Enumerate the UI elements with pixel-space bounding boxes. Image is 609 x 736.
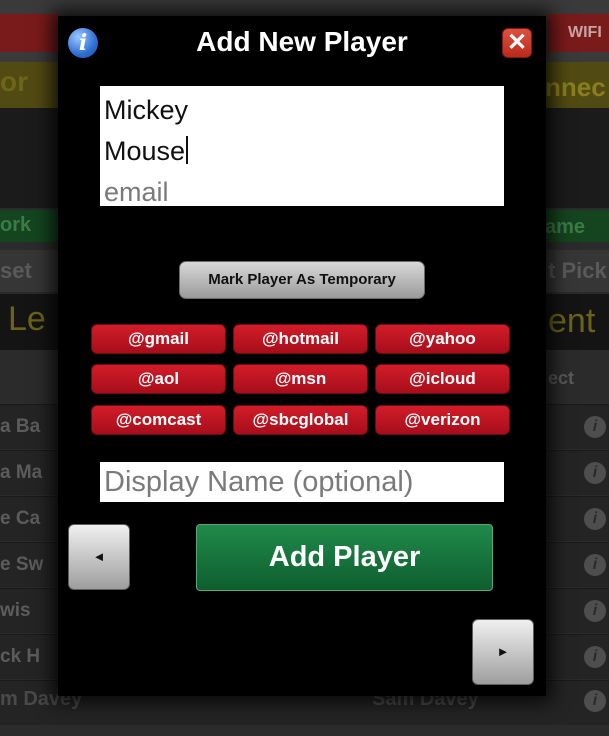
domain-comcast-button[interactable]: @comcast (91, 405, 226, 435)
last-name-text: Mouse (104, 136, 186, 166)
bg-heading-left-text: Le (8, 300, 46, 338)
bg-green-right-text: ame (545, 216, 586, 238)
email-placeholder: email (104, 177, 169, 207)
bg-player-name: e Ca (0, 508, 41, 529)
bg-green-left-text: ork (0, 214, 32, 236)
left-arrow-icon: ◄ (92, 549, 106, 564)
modal-title: Add New Player (196, 26, 408, 57)
prev-button[interactable]: ◄ (68, 524, 130, 590)
bg-yellow-left-text: or (0, 66, 28, 97)
domain-hotmail-button[interactable]: @hotmail (233, 324, 368, 354)
bg-player-name: e Sw (0, 554, 44, 575)
bg-player-name: ck H (0, 646, 41, 667)
first-name-line[interactable]: Mickey (104, 90, 500, 131)
add-player-button[interactable]: Add Player (196, 524, 493, 591)
next-button[interactable]: ► (472, 619, 534, 685)
bg-grey-left-text: set (0, 258, 32, 283)
close-icon[interactable]: ✕ (502, 28, 532, 58)
bg-info-icon: i (584, 646, 606, 668)
player-name-field[interactable]: Mickey Mouse email (100, 86, 504, 207)
bg-wifi-status: WIFI (548, 14, 609, 52)
bg-yellow-right-text: nnec (545, 72, 606, 102)
domain-yahoo-button[interactable]: @yahoo (375, 324, 510, 354)
domain-aol-button[interactable]: @aol (91, 364, 226, 394)
last-name-line[interactable]: Mouse (104, 131, 500, 172)
display-name-input[interactable] (100, 462, 504, 502)
domain-icloud-button[interactable]: @icloud (375, 364, 510, 394)
bg-info-icon: i (584, 600, 606, 622)
bg-grey-right-text: t Pick (548, 258, 607, 283)
bg-select-label: ect (548, 368, 575, 388)
bg-chat-button (0, 14, 62, 52)
bg-info-icon: i (584, 416, 606, 438)
add-player-modal: i Add New Player ✕ Mickey Mouse email Ma… (58, 16, 546, 696)
bg-player-name: a Ba (0, 416, 41, 437)
bg-info-icon: i (584, 554, 606, 576)
modal-header: i Add New Player ✕ (58, 16, 546, 72)
text-caret (186, 136, 189, 164)
domain-gmail-button[interactable]: @gmail (91, 324, 226, 354)
bg-player-name: wis (0, 600, 31, 621)
bg-info-icon: i (584, 462, 606, 484)
bg-info-icon: i (584, 690, 606, 712)
right-arrow-icon: ► (496, 644, 510, 659)
bg-info-icon: i (584, 508, 606, 530)
bg-player-name: a Ma (0, 462, 43, 483)
email-field[interactable]: email (104, 172, 500, 213)
bg-heading-right-text: ent (548, 302, 596, 340)
first-name-text: Mickey (104, 95, 189, 125)
domain-sbcglobal-button[interactable]: @sbcglobal (233, 405, 368, 435)
domain-msn-button[interactable]: @msn (233, 364, 368, 394)
mark-temporary-button[interactable]: Mark Player As Temporary (179, 261, 425, 299)
domain-verizon-button[interactable]: @verizon (375, 405, 510, 435)
